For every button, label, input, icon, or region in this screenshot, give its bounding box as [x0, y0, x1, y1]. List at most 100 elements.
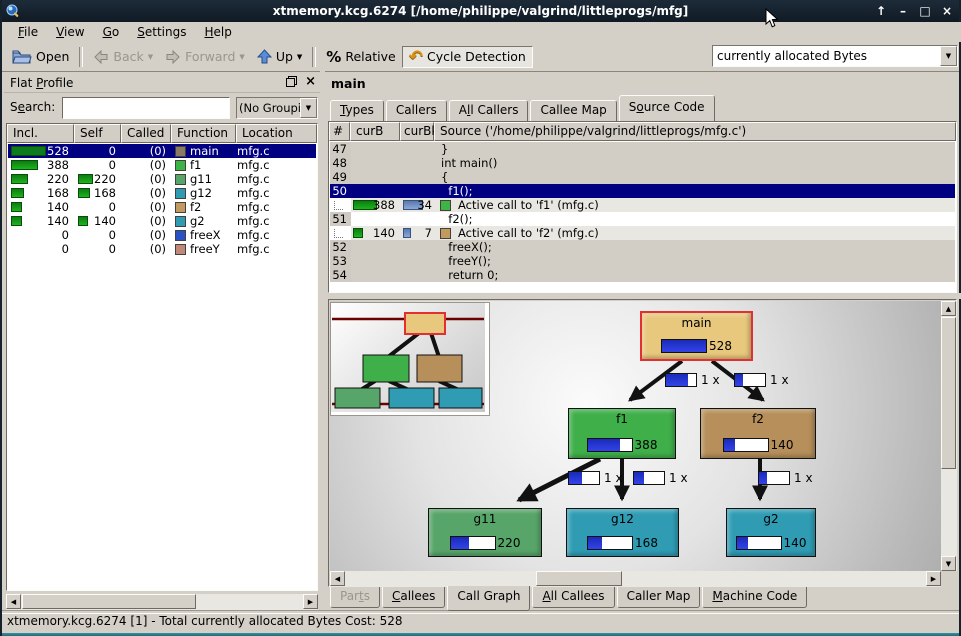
close-button[interactable]: × [939, 4, 955, 18]
table-row-freeX[interactable]: 0 0 (0) freeX mfg.c [8, 228, 316, 242]
tab-callee-map[interactable]: Callee Map [530, 100, 616, 121]
node-cost-bar [661, 339, 707, 353]
tab-machine-code[interactable]: Machine Code [702, 587, 807, 608]
cycle-detection-toggle-button[interactable]: ↶ Cycle Detection [402, 46, 533, 68]
column-header-curbk[interactable]: curBk [400, 122, 434, 141]
curb-bar [353, 228, 363, 238]
close-dock-icon[interactable]: × [305, 76, 316, 87]
menu-go[interactable]: Go [95, 24, 128, 40]
edge-cost-bar [633, 471, 665, 485]
function-header: main [331, 76, 366, 91]
graph-node-g11[interactable]: g11 220 [428, 508, 542, 557]
tab-callers[interactable]: Callers [386, 100, 447, 121]
scrollbar-thumb[interactable] [536, 571, 622, 586]
search-input[interactable] [62, 97, 230, 119]
open-button[interactable]: Open [6, 46, 75, 68]
table-row-f2[interactable]: 140 0 (0) f2 mfg.c [8, 200, 316, 214]
source-line[interactable]: 53 freeY(); [330, 254, 955, 268]
tab-parts[interactable]: Parts [330, 587, 380, 608]
table-row-freeY[interactable]: 0 0 (0) freeY mfg.c [8, 242, 316, 256]
source-line[interactable]: 52 freeX(); [330, 240, 955, 254]
back-button[interactable]: Back ▼ [87, 46, 159, 68]
column-header-self[interactable]: Self [74, 124, 121, 143]
scroll-right-icon[interactable]: ▶ [303, 594, 318, 609]
function-color-icon [175, 230, 186, 241]
graph-vscrollbar[interactable]: ▲ ▼ [941, 301, 957, 571]
column-header-line[interactable]: # [329, 122, 350, 141]
scroll-left-icon[interactable]: ◀ [330, 571, 345, 586]
source-line[interactable]: 49 { [330, 170, 955, 184]
source-call-row[interactable]: 140 7 Active call to 'f2' (mfg.c) [330, 226, 955, 240]
graph-node-g2[interactable]: g2 140 [726, 508, 816, 557]
incl-bar [11, 202, 22, 212]
tab-all-callees[interactable]: All Callees [532, 587, 614, 608]
graph-node-f2[interactable]: f2 140 [700, 408, 816, 459]
tab-callees[interactable]: Callees [382, 587, 445, 608]
column-header-called[interactable]: Called [121, 124, 171, 143]
menu-settings[interactable]: Settings [129, 24, 194, 40]
source-line[interactable]: 47 } [330, 142, 955, 156]
table-row-main[interactable]: 528 0 (0) main mfg.c [8, 144, 316, 158]
table-row-g12[interactable]: 168 168 (0) g12 mfg.c [8, 186, 316, 200]
column-header-location[interactable]: Location [236, 124, 317, 143]
scrollbar-thumb[interactable] [22, 594, 196, 609]
vertical-splitter[interactable] [320, 71, 325, 611]
tab-types[interactable]: Types [330, 100, 384, 121]
graph-hscrollbar[interactable]: ◀ ▶ [330, 571, 941, 587]
table-row-g2[interactable]: 140 140 (0) g2 mfg.c [8, 214, 316, 228]
scroll-right-icon[interactable]: ▶ [926, 571, 941, 586]
incl-bar [11, 216, 22, 226]
event-type-select[interactable]: currently allocated Bytes ▼ [712, 45, 958, 67]
source-line-selected[interactable]: 50 f1(); [330, 184, 955, 198]
back-dropdown-icon[interactable]: ▼ [148, 52, 153, 62]
float-dock-icon[interactable] [286, 76, 297, 87]
scroll-left-icon[interactable]: ◀ [6, 594, 21, 609]
event-type-dropdown-icon[interactable]: ▼ [940, 46, 957, 66]
graph-node-main[interactable]: main 528 [640, 311, 753, 361]
node-label: f2 [701, 412, 815, 426]
column-header-source[interactable]: Source ('/home/philippe/valgrind/littlep… [434, 122, 956, 141]
source-call-row[interactable]: 388 34 Active call to 'f1' (mfg.c) [330, 198, 955, 212]
table-row-g11[interactable]: 220 220 (0) g11 mfg.c [8, 172, 316, 186]
tab-call-graph[interactable]: Call Graph [447, 586, 530, 611]
source-line[interactable]: 51 f2(); [330, 212, 955, 226]
forward-dropdown-icon[interactable]: ▼ [239, 52, 244, 62]
scrollbar-thumb[interactable] [941, 317, 956, 469]
column-header-incl[interactable]: Incl. [7, 124, 74, 143]
minimize-button[interactable]: – [895, 4, 911, 18]
source-line[interactable]: 54 return 0; [330, 268, 955, 282]
menu-help[interactable]: Help [196, 24, 239, 40]
call-graph-canvas[interactable]: main 528 f1 388 f2 140 g11 220 g12 168 g… [330, 301, 941, 571]
flat-profile-hscrollbar[interactable]: ◀ ▶ [6, 594, 318, 610]
menu-view[interactable]: View [48, 24, 92, 40]
dock-title-bar[interactable]: Flat Profile × [4, 73, 320, 93]
grouping-select[interactable]: (No Grouping) ▼ [236, 97, 318, 119]
graph-overview[interactable] [331, 303, 489, 415]
source-line[interactable]: 48 int main() [330, 156, 955, 170]
up-dropdown-icon[interactable]: ▼ [297, 52, 302, 62]
maximize-button[interactable]: □ [917, 4, 933, 18]
grouping-dropdown-icon[interactable]: ▼ [300, 98, 317, 118]
graph-node-g12[interactable]: g12 168 [566, 508, 679, 557]
forward-button[interactable]: Forward ▼ [159, 46, 251, 68]
up-button[interactable]: Up ▼ [251, 46, 308, 68]
graph-node-f1[interactable]: f1 388 [568, 408, 676, 459]
forward-arrow-icon [165, 50, 181, 64]
relative-toggle-button[interactable]: % Relative [320, 46, 401, 68]
tab-all-callers[interactable]: All Callers [449, 100, 529, 121]
table-row-f1[interactable]: 388 0 (0) f1 mfg.c [8, 158, 316, 172]
title-bar[interactable]: xtmemory.kcg.6274 [/home/philippe/valgri… [2, 0, 959, 22]
shade-button[interactable]: ↑ [873, 4, 889, 18]
column-header-function[interactable]: Function [171, 124, 236, 143]
tab-source-code[interactable]: Source Code [619, 95, 715, 121]
node-cost-bar [587, 438, 633, 452]
scroll-up-icon[interactable]: ▲ [941, 301, 956, 316]
function-color-icon [175, 216, 186, 227]
column-header-curb[interactable]: curB [350, 122, 400, 141]
edge-cost-bar [568, 471, 600, 485]
menu-file[interactable]: File [10, 24, 46, 40]
tab-caller-map[interactable]: Caller Map [617, 587, 701, 608]
window-title: xtmemory.kcg.6274 [/home/philippe/valgri… [2, 4, 959, 18]
scroll-down-icon[interactable]: ▼ [941, 556, 956, 571]
self-bar [78, 174, 93, 184]
